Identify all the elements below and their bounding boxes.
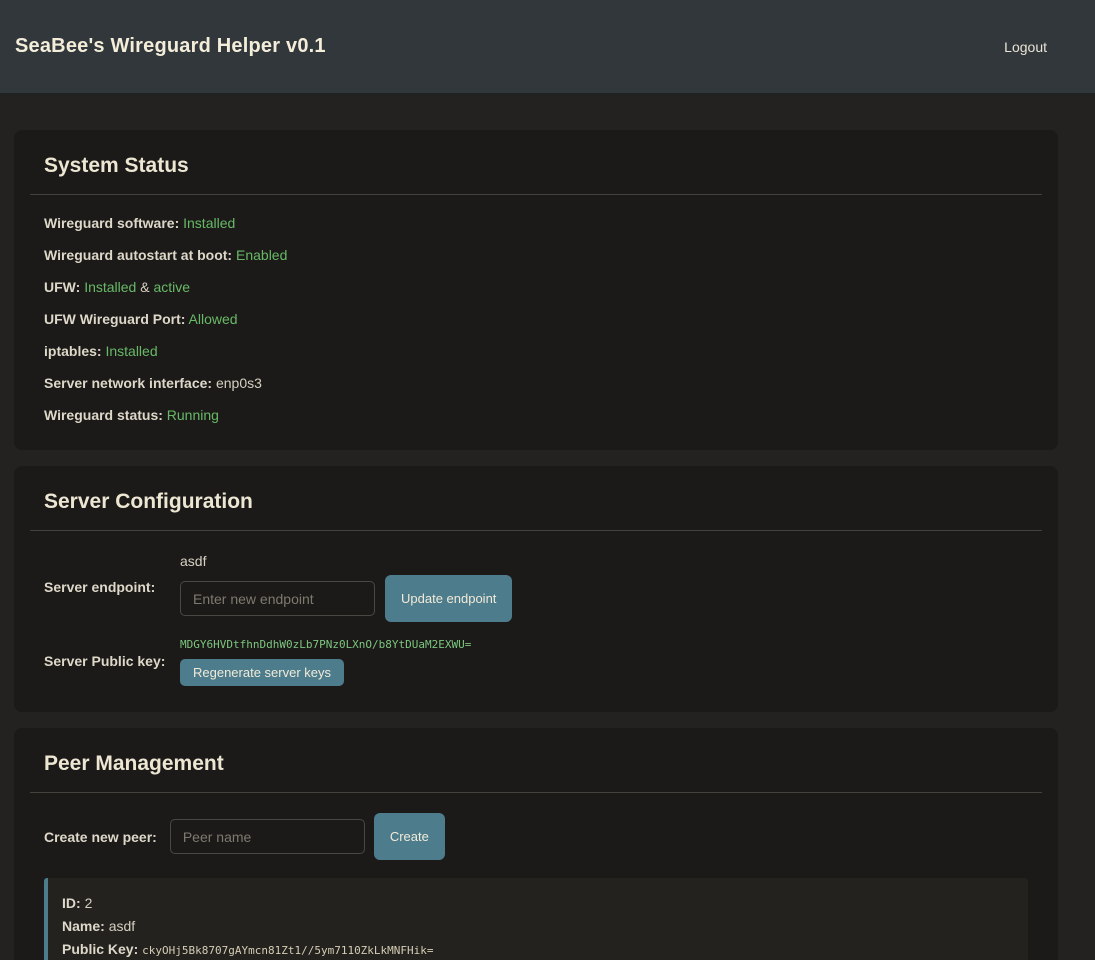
server-public-key-value: MDGY6HVDtfhnDdhW0zLb7PNz0LXnO/b8YtDUaM2E… (180, 636, 471, 653)
peer-card: ID: 2Name: asdfPublic Key: ckyOHj5Bk8707… (44, 878, 1028, 960)
peer-field-row: ID: 2 (62, 892, 1012, 915)
status-item: Wireguard status: Running (44, 407, 1028, 424)
peer-management-section: Peer Management Create new peer: Create … (14, 728, 1058, 960)
status-item-label: UFW Wireguard Port: (44, 311, 185, 327)
logout-link[interactable]: Logout (1004, 39, 1047, 55)
peer-field-value: ckyOHj5Bk8707gAYmcn81Zt1//5ym7110ZkLkMNF… (142, 944, 433, 957)
section-divider (30, 530, 1042, 531)
status-item-label: Wireguard autostart at boot: (44, 247, 232, 263)
peer-field-value: 2 (85, 895, 93, 911)
status-item-value: Enabled (236, 247, 287, 263)
status-item-value: Allowed (189, 311, 238, 327)
status-item: UFW: Installed & active (44, 279, 1028, 296)
status-item: iptables: Installed (44, 343, 1028, 360)
status-item: Wireguard autostart at boot: Enabled (44, 247, 1028, 264)
server-config-heading: Server Configuration (44, 488, 1042, 516)
status-item: Wireguard software: Installed (44, 215, 1028, 232)
server-public-key-label: Server Public key: (44, 653, 180, 669)
server-config-section: Server Configuration Server endpoint: as… (14, 466, 1058, 712)
peer-field-row: Name: asdf (62, 915, 1012, 938)
status-item-value: enp0s3 (216, 375, 262, 391)
peer-field-label: Public Key: (62, 941, 138, 957)
status-item-label: Wireguard software: (44, 215, 179, 231)
peer-field-label: Name: (62, 918, 105, 934)
status-item-value: Installed (105, 343, 157, 359)
section-divider (30, 194, 1042, 195)
status-item-label: UFW: (44, 279, 80, 295)
endpoint-input-row: Update endpoint (180, 575, 512, 622)
system-status-list: Wireguard software: Installed Wireguard a… (30, 215, 1042, 424)
regenerate-keys-button[interactable]: Regenerate server keys (180, 659, 344, 686)
create-peer-label: Create new peer: (44, 829, 157, 845)
peer-field-value: asdf (109, 918, 135, 934)
server-config-body: Server endpoint: asdf Update endpoint Se… (30, 551, 1042, 686)
peer-name-input[interactable] (170, 819, 365, 854)
peer-management-body: Create new peer: Create ID: 2Name: asdfP… (30, 813, 1042, 960)
app-title: SeaBee's Wireguard Helper v0.1 (15, 35, 326, 58)
update-endpoint-button[interactable]: Update endpoint (385, 575, 512, 622)
status-item-value: active (153, 279, 190, 295)
system-status-heading: System Status (44, 152, 1042, 180)
status-item-value: Installed (183, 215, 235, 231)
status-item-label: Server network interface: (44, 375, 212, 391)
status-item-value: & (136, 279, 153, 295)
status-item: UFW Wireguard Port: Allowed (44, 311, 1028, 328)
peer-list: ID: 2Name: asdfPublic Key: ckyOHj5Bk8707… (44, 878, 1028, 960)
system-status-section: System Status Wireguard software: Instal… (14, 130, 1058, 450)
endpoint-current-value: asdf (180, 551, 206, 572)
server-endpoint-row: Server endpoint: asdf Update endpoint (44, 551, 1028, 622)
status-item-value: Running (167, 407, 219, 423)
server-public-key-content: MDGY6HVDtfhnDdhW0zLb7PNz0LXnO/b8YtDUaM2E… (180, 636, 471, 686)
endpoint-input[interactable] (180, 581, 375, 616)
peer-management-heading: Peer Management (44, 750, 1042, 778)
server-endpoint-content: asdf Update endpoint (180, 551, 512, 622)
create-peer-row: Create new peer: Create (44, 813, 1028, 860)
create-peer-button[interactable]: Create (374, 813, 445, 860)
app-header: SeaBee's Wireguard Helper v0.1 Logout (0, 0, 1095, 95)
status-item-value: Installed (84, 279, 136, 295)
peer-field-row: Public Key: ckyOHj5Bk8707gAYmcn81Zt1//5y… (62, 938, 1012, 960)
section-divider (30, 792, 1042, 793)
status-item: Server network interface: enp0s3 (44, 375, 1028, 392)
status-item-label: Wireguard status: (44, 407, 163, 423)
main-content: System Status Wireguard software: Instal… (14, 130, 1058, 960)
server-endpoint-label: Server endpoint: (44, 579, 180, 595)
server-public-key-row: Server Public key: MDGY6HVDtfhnDdhW0zLb7… (44, 636, 1028, 686)
peer-field-label: ID: (62, 895, 81, 911)
status-item-label: iptables: (44, 343, 102, 359)
